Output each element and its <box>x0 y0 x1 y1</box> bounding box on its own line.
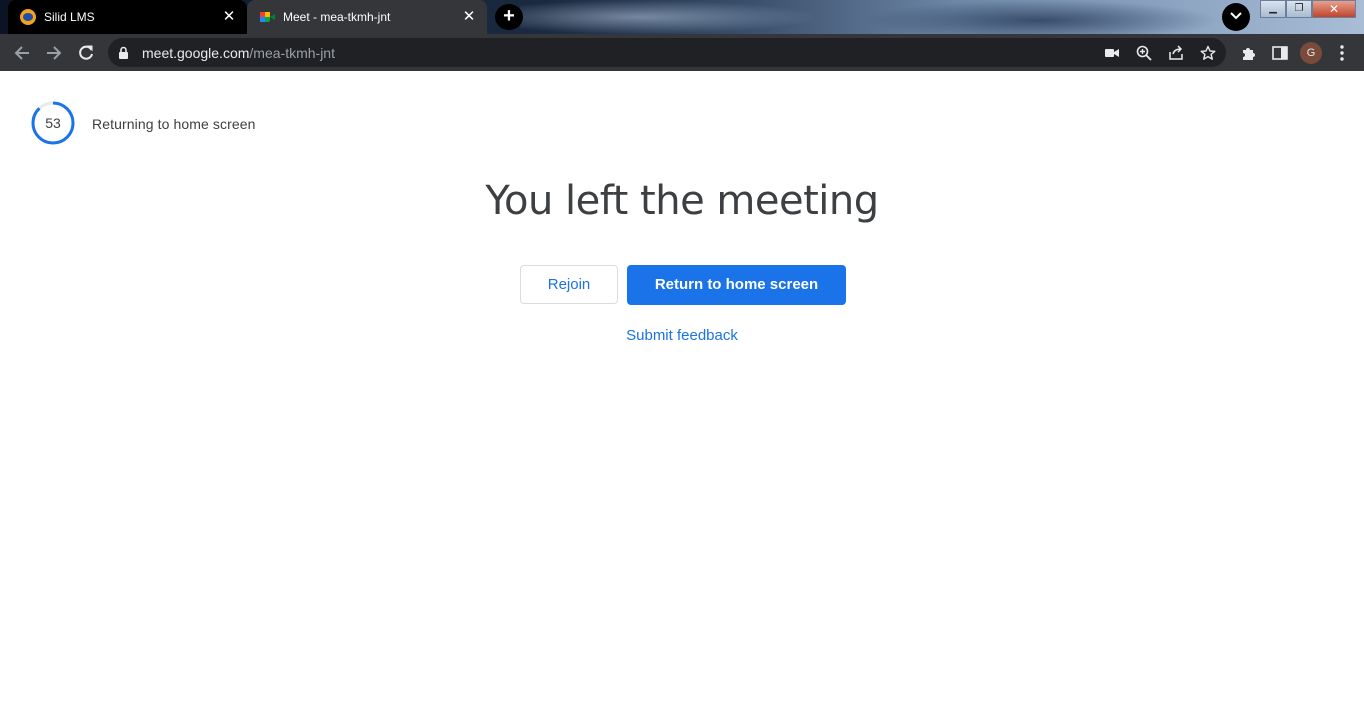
back-arrow-icon <box>14 46 29 60</box>
extensions-icon[interactable] <box>1236 39 1260 67</box>
close-icon[interactable]: ✕ <box>221 9 237 25</box>
countdown-seconds: 53 <box>45 115 61 131</box>
tab-title: Meet - mea-tkmh-jnt <box>283 10 391 24</box>
restore-button[interactable]: ❐ <box>1286 0 1312 18</box>
back-button[interactable] <box>8 39 36 67</box>
window-close-button[interactable]: ✕ <box>1312 0 1356 18</box>
window-controls: ▁ ❐ ✕ <box>1260 0 1356 20</box>
zoom-icon[interactable] <box>1134 43 1154 63</box>
tab-search-button[interactable] <box>1222 3 1250 31</box>
tab-title: Silid LMS <box>44 10 95 24</box>
forward-arrow-icon <box>47 46 62 60</box>
rejoin-button[interactable]: Rejoin <box>520 265 618 304</box>
url-host: meet.google.com <box>142 44 250 61</box>
page-title: You left the meeting <box>485 178 879 224</box>
close-icon[interactable]: ✕ <box>461 9 477 25</box>
address-bar[interactable]: meet.google.com/mea-tkmh-jnt <box>108 38 1226 67</box>
wallpaper-glow <box>520 0 820 34</box>
feedback-row: Submit feedback <box>0 327 1364 344</box>
menu-icon[interactable] <box>1330 39 1354 67</box>
tab-meet[interactable]: Meet - mea-tkmh-jnt ✕ <box>247 0 487 34</box>
camera-icon[interactable] <box>1102 43 1122 63</box>
minimize-button[interactable]: ▁ <box>1260 0 1286 18</box>
browser-toolbar: meet.google.com/mea-tkmh-jnt G <box>0 34 1364 71</box>
new-tab-button[interactable]: + <box>495 4 523 30</box>
chevron-down-icon <box>1230 12 1242 20</box>
side-panel-icon[interactable] <box>1268 39 1292 67</box>
share-icon[interactable] <box>1166 43 1186 63</box>
tab-silid-lms[interactable]: Silid LMS ✕ <box>8 0 247 34</box>
reload-icon <box>79 45 93 60</box>
countdown-timer: 53 <box>30 100 76 146</box>
countdown-label: Returning to home screen <box>92 116 256 132</box>
forward-button[interactable] <box>40 39 68 67</box>
toolbar-actions: G <box>1236 39 1354 67</box>
lms-icon <box>20 9 36 25</box>
profile-avatar[interactable]: G <box>1300 42 1322 64</box>
reload-button[interactable] <box>72 39 100 67</box>
omnibox-actions <box>1102 43 1218 63</box>
browser-title-bar: Silid LMS ✕ Meet - mea-tkmh-jnt ✕ + ▁ ❐ … <box>0 0 1364 34</box>
google-meet-icon <box>259 9 275 25</box>
return-home-button[interactable]: Return to home screen <box>627 265 846 305</box>
star-icon[interactable] <box>1198 43 1218 63</box>
url-path: /mea-tkmh-jnt <box>249 44 335 61</box>
wallpaper-shadow <box>860 0 1220 34</box>
submit-feedback-link[interactable]: Submit feedback <box>626 327 738 344</box>
lock-icon[interactable] <box>118 46 132 60</box>
